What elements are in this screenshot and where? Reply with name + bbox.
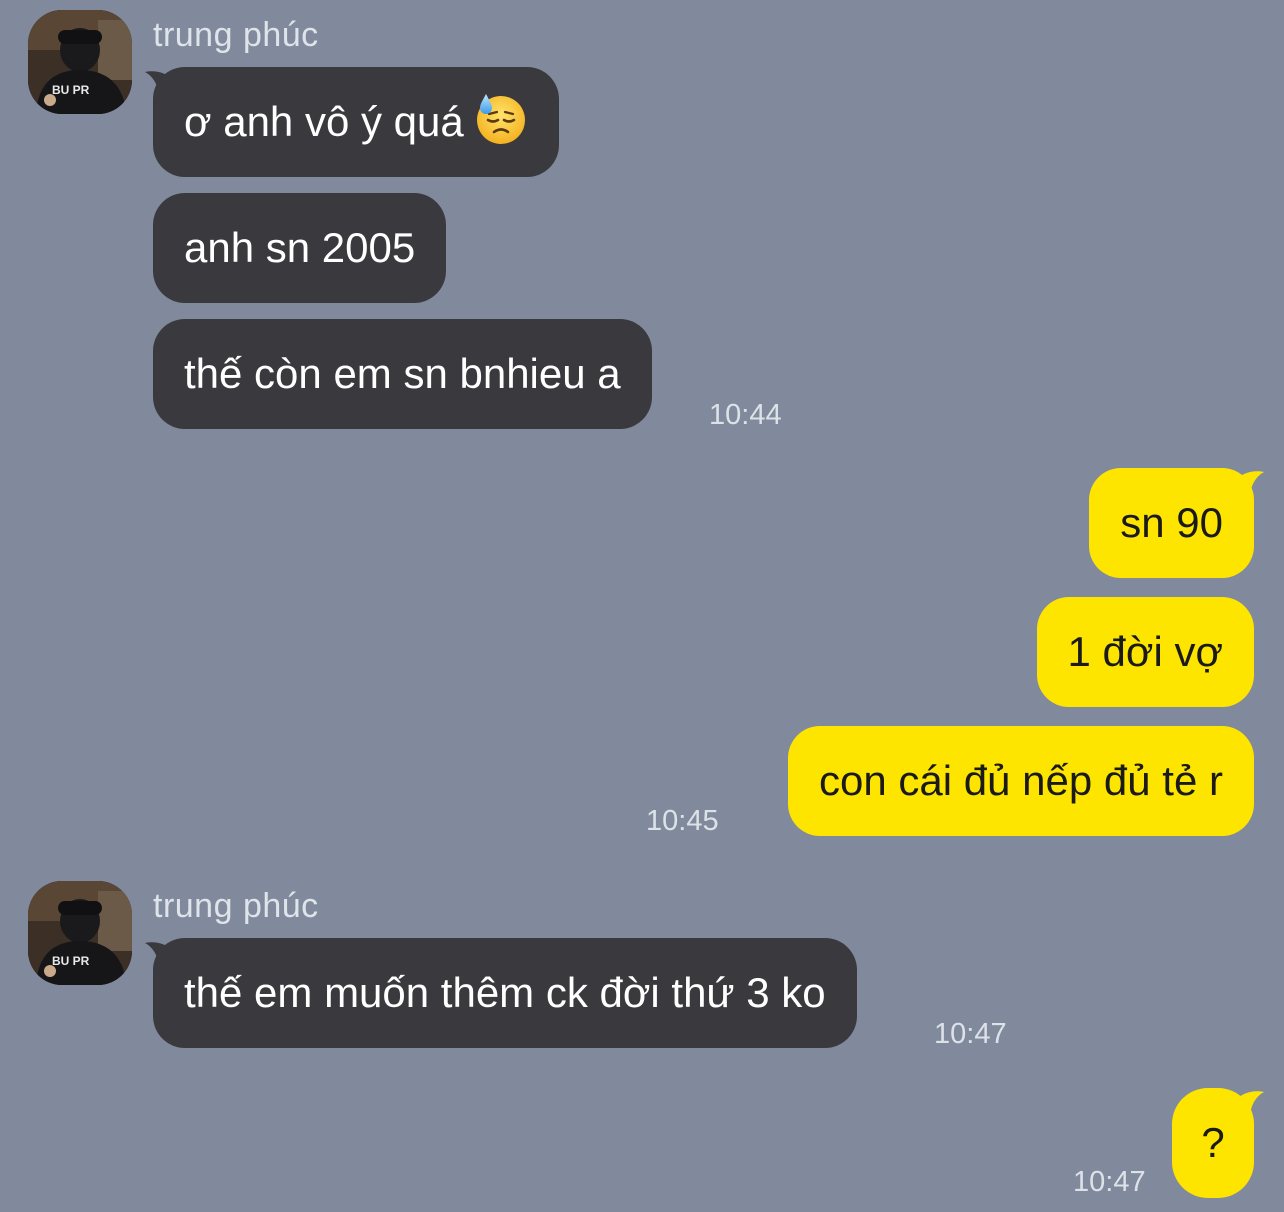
message-text: ơ anh vô ý quá [184,98,464,145]
message-timestamp: 10:47 [1073,1166,1146,1198]
message-timestamp: 10:44 [709,399,782,431]
message-text: 1 đời vợ [1067,628,1223,675]
message-timestamp: 10:45 [646,805,719,837]
avatar-photo-icon: BU PR [28,881,132,985]
svg-text:BU PR: BU PR [52,954,90,968]
message-text: thế còn em sn bnhieu a [184,350,621,397]
message-bubble-incoming[interactable]: anh sn 2005 [153,193,447,303]
sender-name: trung phúc [153,887,319,925]
message-bubble-outgoing[interactable]: ? [1172,1088,1254,1198]
sender-name: trung phúc [153,16,319,54]
chat-screen: BU PR trung phúc ơ anh vô ý quá anh sn 2… [0,0,1284,1212]
message-timestamp: 10:47 [934,1018,1007,1050]
downcast-face-with-sweat-icon [474,92,528,146]
avatar[interactable]: BU PR [28,10,132,114]
message-text: thế em muốn thêm ck đời thứ 3 ko [184,969,826,1016]
message-text: sn 90 [1120,499,1223,546]
avatar[interactable]: BU PR [28,881,132,985]
svg-text:BU PR: BU PR [52,83,90,97]
message-bubble-incoming[interactable]: ơ anh vô ý quá [153,67,559,177]
avatar-photo-icon: BU PR [28,10,132,114]
message-text: con cái đủ nếp đủ tẻ r [819,757,1223,804]
message-bubble-incoming[interactable]: thế còn em sn bnhieu a [153,319,652,429]
message-text: anh sn 2005 [184,224,416,271]
message-bubble-outgoing[interactable]: con cái đủ nếp đủ tẻ r [788,726,1254,836]
message-bubble-outgoing[interactable]: 1 đời vợ [1036,597,1254,707]
message-text: ? [1201,1119,1225,1166]
message-bubble-incoming[interactable]: thế em muốn thêm ck đời thứ 3 ko [153,938,857,1048]
message-bubble-outgoing[interactable]: sn 90 [1089,468,1254,578]
